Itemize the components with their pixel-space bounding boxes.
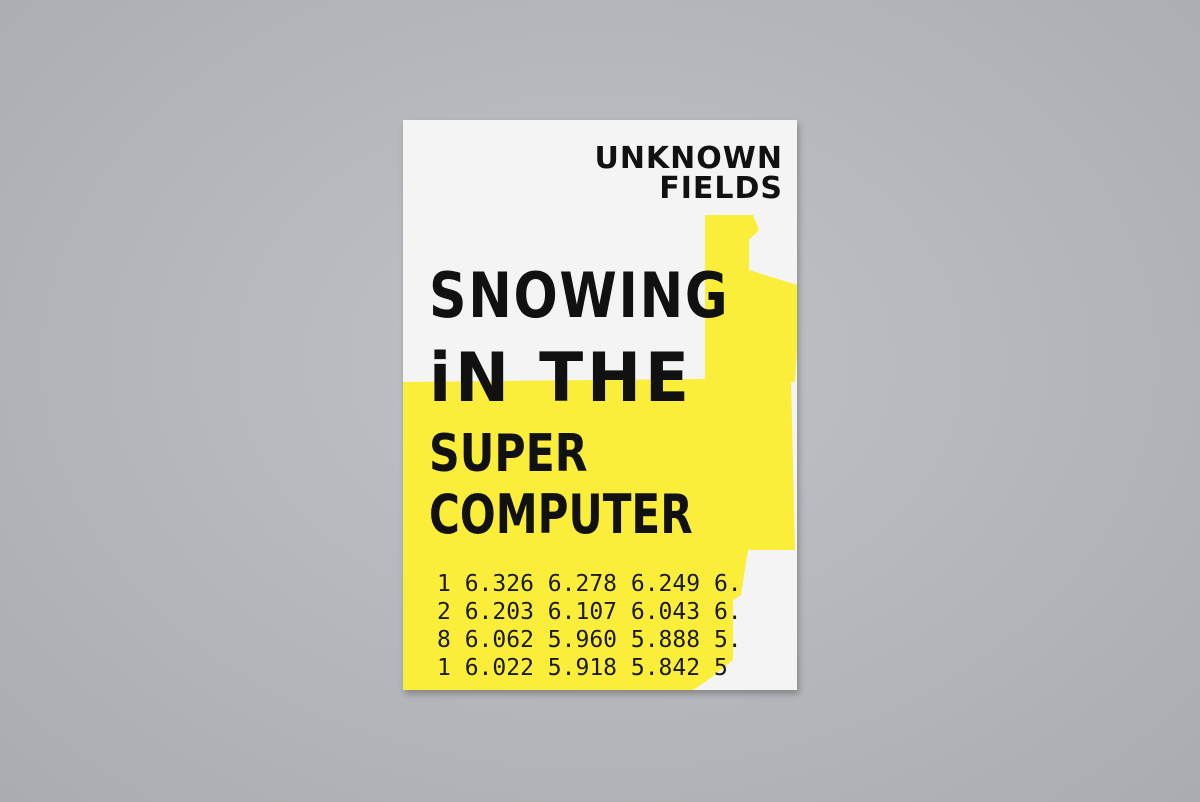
title-line-3: SUPER [429, 424, 588, 484]
logo-line-2: FIELDS [659, 171, 783, 206]
number-row: 1 6.022 5.918 5.842 5 [437, 655, 728, 681]
book-cover: UNKNOWN FIELDS SNOWING iN THE SUPER COMP… [403, 120, 797, 690]
logo-line-1: UNKNOWN [594, 141, 783, 176]
title-line-2: iN THE [429, 339, 693, 418]
publisher-logo: UNKNOWN FIELDS [571, 144, 783, 204]
title-line-1: SNOWING [429, 259, 730, 332]
number-row: 8 6.062 5.960 5.888 5. [437, 627, 742, 653]
number-table: 1 6.326 6.278 6.249 6. 2 6.203 6.107 6.04… [437, 570, 742, 682]
number-row: 2 6.203 6.107 6.043 6. [437, 599, 742, 625]
number-row: 1 6.326 6.278 6.249 6. [437, 571, 742, 597]
title-line-4: COMPUTER [429, 483, 693, 546]
